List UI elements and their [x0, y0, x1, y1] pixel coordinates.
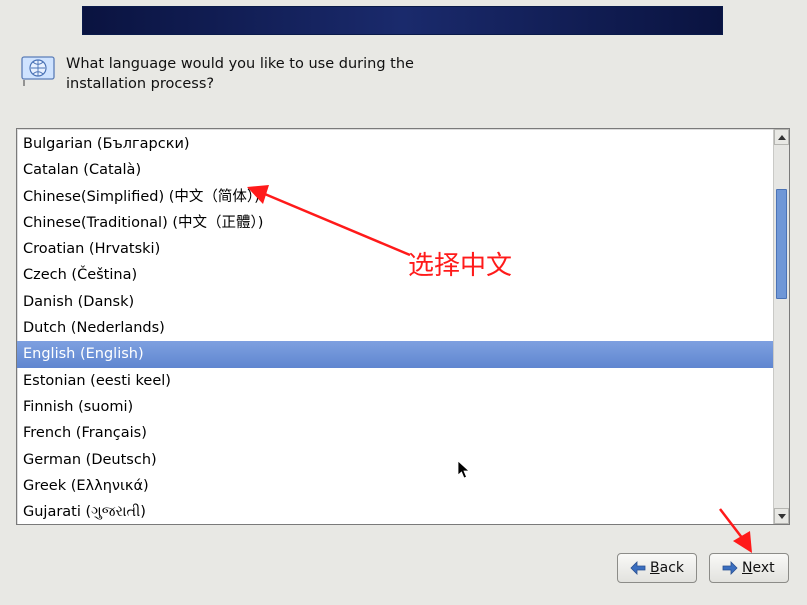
button-bar: Back Next: [617, 553, 789, 583]
scroll-down-button[interactable]: [774, 508, 789, 524]
language-item[interactable]: French (Français): [17, 420, 773, 446]
back-button-label: Back: [650, 560, 684, 576]
language-item[interactable]: German (Deutsch): [17, 447, 773, 473]
prompt-row: What language would you like to use duri…: [20, 55, 426, 94]
language-item[interactable]: Catalan (Català): [17, 157, 773, 183]
scroll-thumb[interactable]: [776, 189, 787, 299]
next-button[interactable]: Next: [709, 553, 789, 583]
arrow-right-icon: [722, 561, 738, 575]
language-item[interactable]: Estonian (eesti keel): [17, 368, 773, 394]
language-list-container: Bulgarian (Български)Catalan (Català)Chi…: [16, 128, 790, 525]
language-item[interactable]: Finnish (suomi): [17, 394, 773, 420]
language-item[interactable]: Croatian (Hrvatski): [17, 236, 773, 262]
header-banner: [82, 6, 723, 35]
scroll-up-button[interactable]: [774, 129, 789, 145]
scrollbar[interactable]: [773, 129, 789, 524]
language-item[interactable]: Chinese(Traditional) (中文（正體）): [17, 210, 773, 236]
arrow-left-icon: [630, 561, 646, 575]
prompt-text: What language would you like to use duri…: [66, 55, 426, 94]
language-item[interactable]: Bulgarian (Български): [17, 131, 773, 157]
language-list[interactable]: Bulgarian (Български)Catalan (Català)Chi…: [17, 129, 773, 524]
language-item[interactable]: Danish (Dansk): [17, 289, 773, 315]
language-item[interactable]: Greek (Ελληνικά): [17, 473, 773, 499]
language-item[interactable]: English (English): [17, 341, 773, 367]
back-button[interactable]: Back: [617, 553, 697, 583]
next-button-label: Next: [742, 560, 775, 576]
language-item[interactable]: Czech (Čeština): [17, 262, 773, 288]
language-item[interactable]: Dutch (Nederlands): [17, 315, 773, 341]
language-item[interactable]: Chinese(Simplified) (中文（简体）): [17, 184, 773, 210]
language-item[interactable]: Gujarati (ગુજરાતી): [17, 499, 773, 524]
globe-flag-icon: [20, 55, 56, 87]
